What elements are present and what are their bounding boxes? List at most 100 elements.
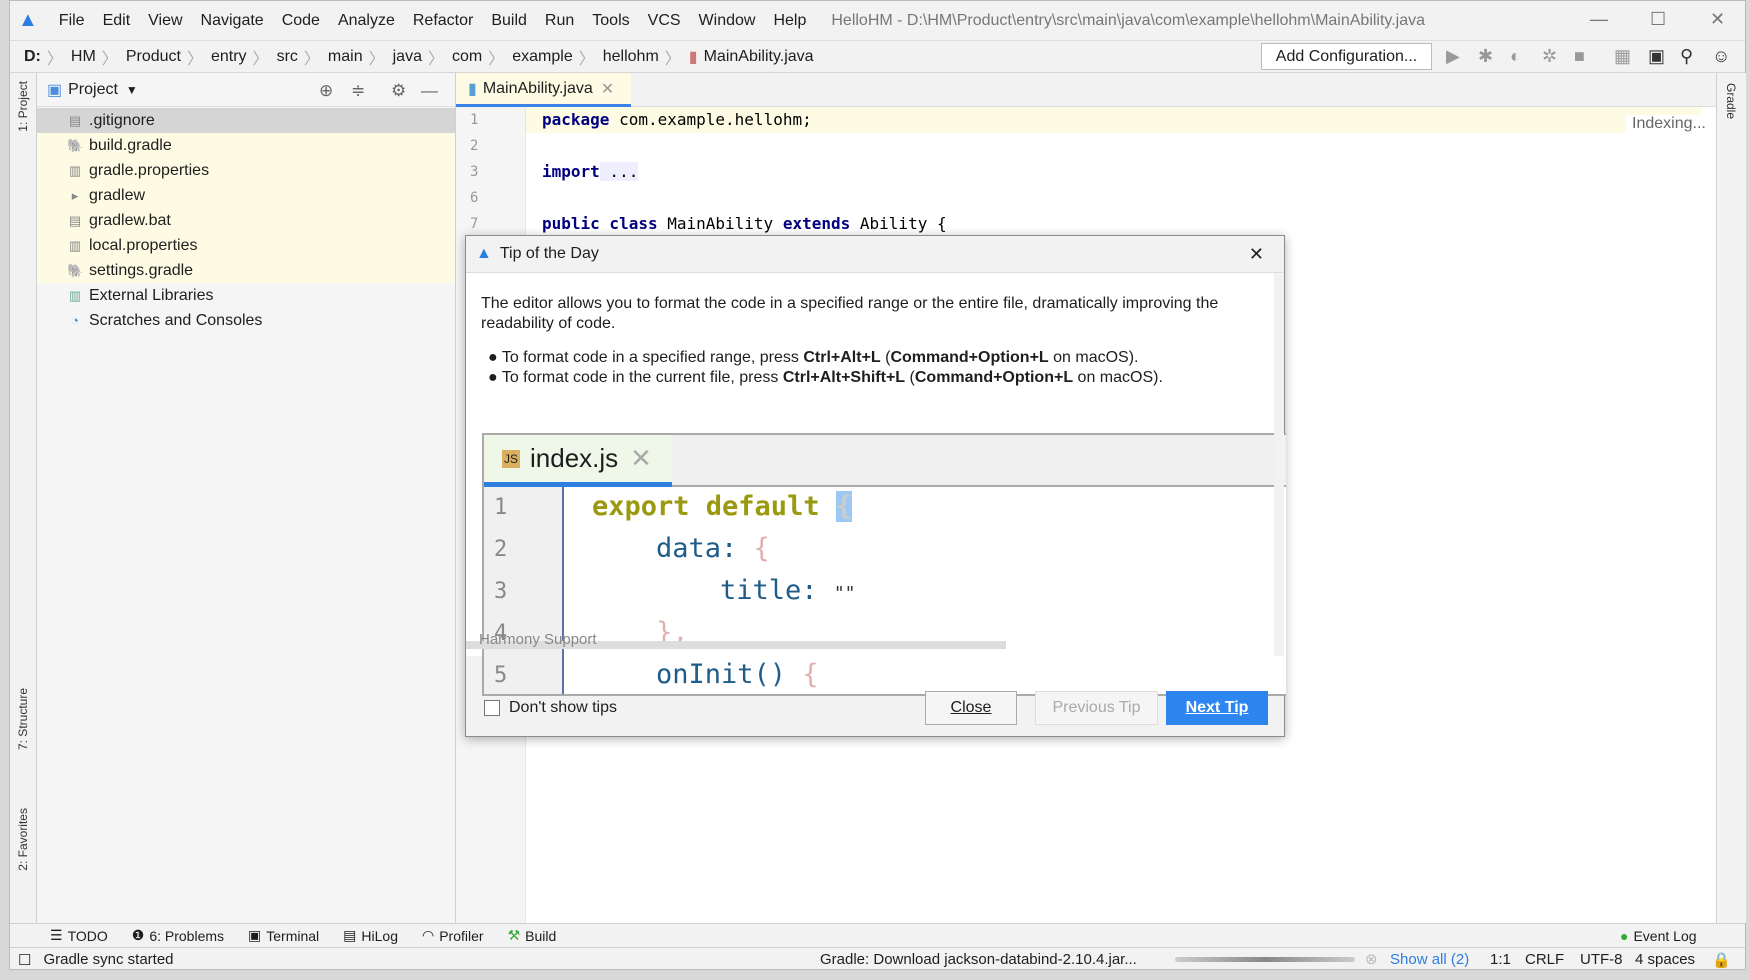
menu-tools[interactable]: Tools bbox=[583, 12, 638, 30]
cancel-progress-icon[interactable]: ⊗ bbox=[1365, 950, 1378, 968]
structure-tool-button[interactable]: 7: Structure bbox=[16, 688, 30, 750]
previous-tip-button[interactable]: Previous Tip bbox=[1035, 691, 1158, 725]
status-message[interactable]: Gradle sync started bbox=[43, 951, 173, 968]
tree-item-label: gradlew.bat bbox=[89, 211, 171, 229]
gear-icon[interactable]: ⚙ bbox=[391, 81, 406, 101]
breadcrumb-separator: 〉 bbox=[101, 50, 118, 68]
breadcrumb-item[interactable]: HM bbox=[71, 48, 96, 66]
tip-bullet: ● To format code in the current file, pr… bbox=[488, 369, 1163, 386]
next-tip-button[interactable]: Next Tip bbox=[1166, 691, 1268, 725]
menu-help[interactable]: Help bbox=[764, 12, 815, 30]
breadcrumb-separator: 〉 bbox=[368, 50, 385, 68]
breadcrumb-item[interactable]: MainAbility.java bbox=[704, 48, 814, 66]
lock-icon[interactable]: 🔒 bbox=[1712, 951, 1731, 969]
menu-view[interactable]: View bbox=[139, 12, 191, 30]
breadcrumb-separator: 〉 bbox=[303, 50, 320, 68]
chevron-down-icon[interactable]: ▼ bbox=[126, 83, 138, 97]
file-icon: ▤ bbox=[68, 112, 82, 128]
tab-mainability-java[interactable]: ▮ MainAbility.java ✕ bbox=[456, 73, 631, 107]
favorites-tool-button[interactable]: 2: Favorites bbox=[16, 808, 30, 871]
add-configuration-button[interactable]: Add Configuration... bbox=[1261, 43, 1432, 70]
event-log-button[interactable]: ● Event Log bbox=[1620, 928, 1697, 944]
progress-text[interactable]: Gradle: Download jackson-databind-2.10.4… bbox=[820, 951, 1137, 968]
terminal-window-icon[interactable]: ▣ bbox=[1648, 46, 1665, 67]
close-button[interactable]: Close bbox=[925, 691, 1017, 725]
show-all-link[interactable]: Show all (2) bbox=[1390, 951, 1469, 968]
terminal-tool-button[interactable]: ▣ Terminal bbox=[248, 927, 319, 944]
run-icon[interactable]: ▶ bbox=[1446, 46, 1460, 67]
menu-run[interactable]: Run bbox=[536, 12, 583, 30]
profile-icon[interactable]: ✲ bbox=[1542, 46, 1557, 67]
debug-icon[interactable]: ✱ bbox=[1478, 46, 1493, 67]
menu-window[interactable]: Window bbox=[690, 12, 765, 30]
breadcrumb-item[interactable]: main bbox=[328, 48, 363, 66]
locate-icon[interactable]: ⊕ bbox=[319, 81, 333, 101]
coverage-icon[interactable]: ◐ bbox=[1510, 46, 1521, 67]
breadcrumb-item[interactable]: D: bbox=[24, 48, 41, 66]
tree-item[interactable]: ▥ External Libraries bbox=[37, 283, 455, 308]
status-toggle-icon[interactable]: ☐ bbox=[18, 951, 31, 969]
breadcrumb-item[interactable]: src bbox=[277, 48, 298, 66]
breadcrumb-item[interactable]: example bbox=[512, 48, 572, 66]
problems-tool-button[interactable]: ❶ 6: Problems bbox=[132, 927, 224, 944]
tree-item[interactable]: ▤ .gitignore bbox=[37, 108, 455, 133]
breadcrumb-separator: 〉 bbox=[252, 50, 269, 68]
hilog-tool-button[interactable]: ▤ HiLog bbox=[343, 927, 398, 944]
tree-item[interactable]: 🐘 settings.gradle bbox=[37, 258, 455, 283]
tree-item[interactable]: ▥ local.properties bbox=[37, 233, 455, 258]
breadcrumb-item[interactable]: com bbox=[452, 48, 482, 66]
line-number: 3 bbox=[470, 164, 479, 180]
project-panel: ▣ Project ▼ ⊕ ≑ ⚙ — ▤ .gitignore 🐘 build.g… bbox=[37, 73, 456, 923]
menu-analyze[interactable]: Analyze bbox=[329, 12, 404, 30]
menu-vcs[interactable]: VCS bbox=[639, 12, 690, 30]
tip-vertical-scrollbar[interactable] bbox=[1274, 273, 1284, 656]
project-structure-icon[interactable]: ▦ bbox=[1614, 46, 1631, 67]
tree-item[interactable]: ▤ gradlew.bat bbox=[37, 208, 455, 233]
preview-tab-label: index.js bbox=[530, 443, 619, 473]
breadcrumb-item[interactable]: Product bbox=[126, 48, 181, 66]
menu-file[interactable]: File bbox=[50, 12, 94, 30]
menu-build[interactable]: Build bbox=[482, 12, 536, 30]
app-logo-icon: ▲ bbox=[18, 9, 38, 31]
hide-icon[interactable]: — bbox=[421, 81, 438, 101]
close-window-icon[interactable]: ✕ bbox=[1710, 9, 1725, 30]
line-separator[interactable]: CRLF bbox=[1525, 951, 1564, 968]
close-tab-icon[interactable]: ✕ bbox=[601, 79, 614, 99]
java-file-icon: ▮ bbox=[688, 48, 698, 66]
tree-item[interactable]: 🐘 build.gradle bbox=[37, 133, 455, 158]
line-number: 1 bbox=[470, 112, 479, 128]
search-icon[interactable]: ⚲ bbox=[1680, 46, 1693, 67]
breadcrumb-item[interactable]: hellohm bbox=[603, 48, 659, 66]
project-tool-button[interactable]: 1: Project bbox=[16, 81, 30, 132]
menu-navigate[interactable]: Navigate bbox=[192, 12, 273, 30]
event-log-icon: ● bbox=[1620, 927, 1629, 944]
stop-icon[interactable]: ■ bbox=[1574, 46, 1585, 67]
close-dialog-icon[interactable]: ✕ bbox=[1249, 244, 1264, 265]
profiler-tool-button[interactable]: ◠ Profiler bbox=[422, 927, 484, 944]
breadcrumb-item[interactable]: java bbox=[393, 48, 422, 66]
tree-item[interactable]: ▥ gradle.properties bbox=[37, 158, 455, 183]
collapse-all-icon[interactable]: ≑ bbox=[351, 81, 365, 101]
tree-item[interactable]: ▸ gradlew bbox=[37, 183, 455, 208]
project-view-selector[interactable]: Project bbox=[68, 81, 118, 99]
maximize-icon[interactable]: ☐ bbox=[1650, 9, 1666, 30]
tree-item-label: gradle.properties bbox=[89, 161, 210, 179]
indent-setting[interactable]: 4 spaces bbox=[1635, 951, 1695, 968]
build-tool-button[interactable]: ⚒ Build bbox=[508, 927, 557, 944]
menu-refactor[interactable]: Refactor bbox=[404, 12, 482, 30]
breadcrumb-item[interactable]: entry bbox=[211, 48, 247, 66]
account-icon[interactable]: ☺ bbox=[1712, 46, 1730, 67]
dont-show-tips-checkbox[interactable] bbox=[484, 700, 500, 716]
menu-edit[interactable]: Edit bbox=[94, 12, 140, 30]
minimize-icon[interactable]: — bbox=[1590, 9, 1608, 30]
problems-icon: ❶ bbox=[131, 927, 145, 943]
menu-code[interactable]: Code bbox=[273, 12, 329, 30]
editor-tab-bar: ▮ MainAbility.java ✕ bbox=[456, 73, 1716, 107]
dont-show-tips-label[interactable]: Don't show tips bbox=[509, 699, 617, 717]
file-encoding[interactable]: UTF-8 bbox=[1580, 951, 1623, 968]
gradle-tool-button[interactable]: Gradle bbox=[1724, 83, 1738, 119]
preview-gutter: 1 2 3 4 5 bbox=[484, 487, 564, 694]
caret-position[interactable]: 1:1 bbox=[1490, 951, 1511, 968]
todo-tool-button[interactable]: ☰ TODO bbox=[50, 927, 108, 944]
tree-item[interactable]: ◔ Scratches and Consoles bbox=[37, 308, 455, 333]
